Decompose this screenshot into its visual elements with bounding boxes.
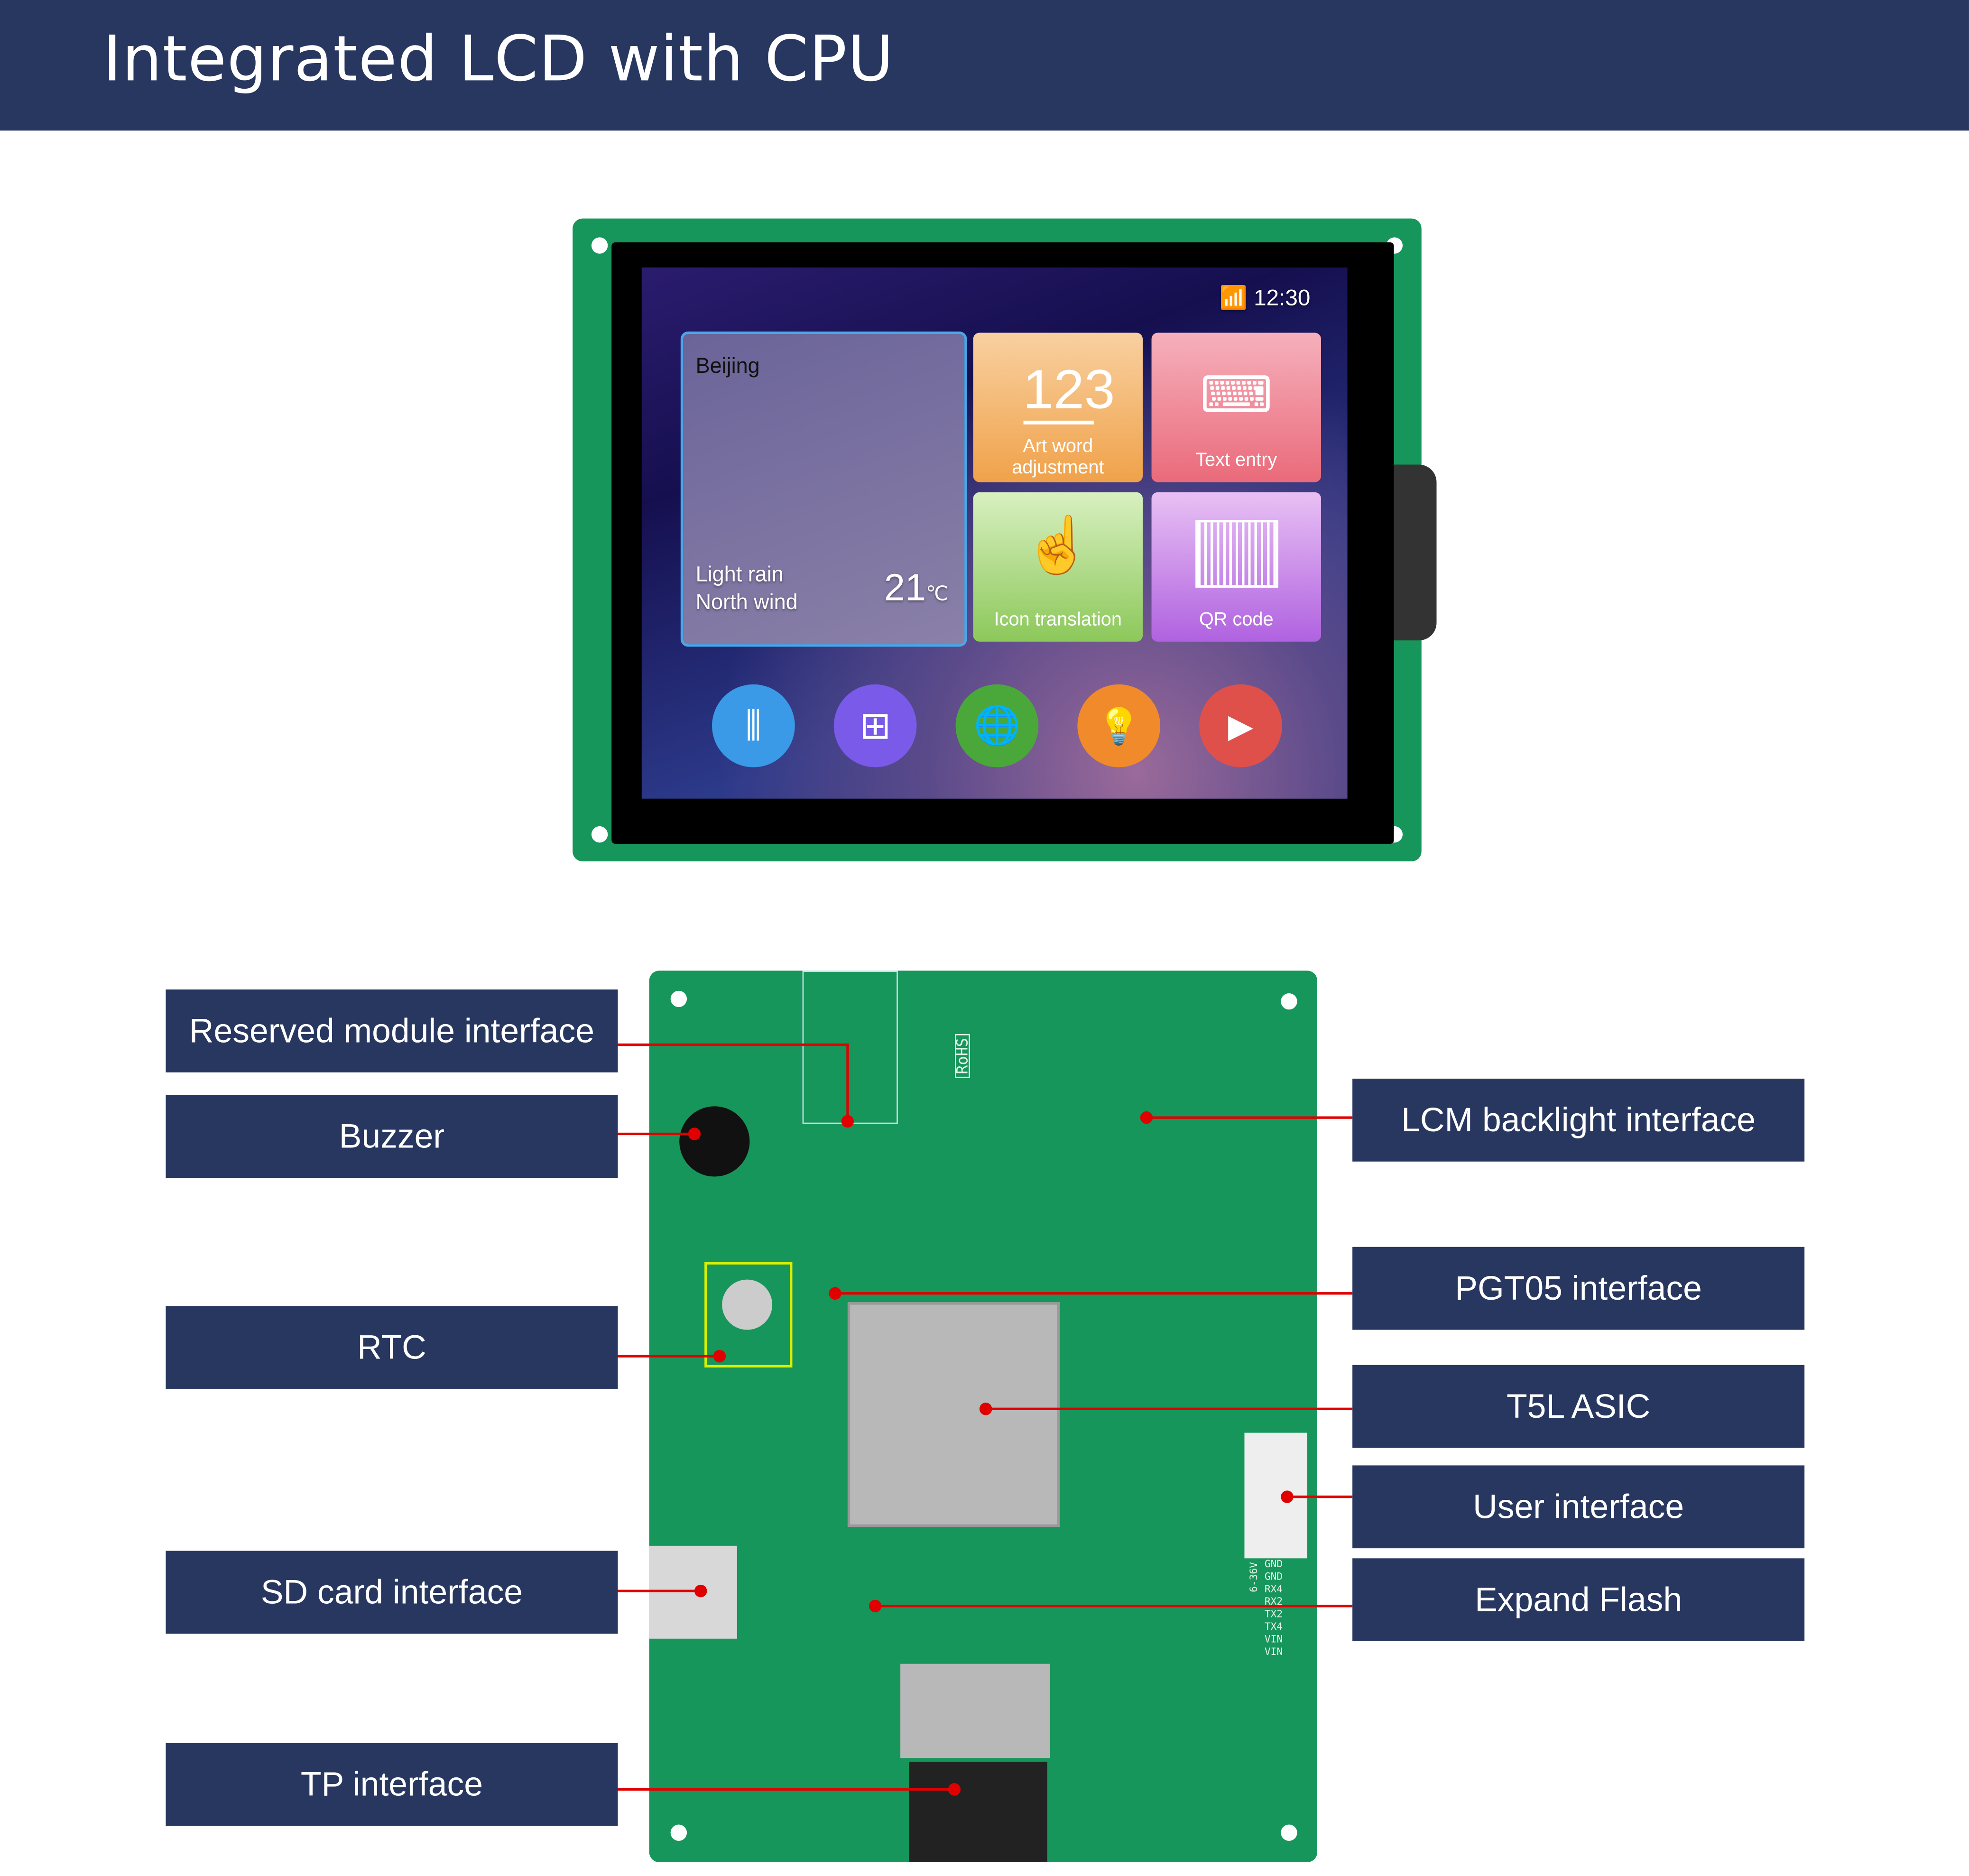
label-buzzer: Buzzer	[166, 1095, 618, 1178]
label-lcm-backlight-interface: LCM backlight interface	[1352, 1079, 1805, 1162]
label-user-interface: User interface	[1352, 1465, 1805, 1549]
label-reserved-module-interface: Reserved module interface	[166, 989, 618, 1072]
label-expand-flash: Expand Flash	[1352, 1558, 1805, 1642]
stage: Integrated LCD with CPU 📶 12:30 Beijing …	[0, 0, 1969, 1876]
label-pgt05-interface: PGT05 interface	[1352, 1247, 1805, 1330]
label-tp-interface: TP interface	[166, 1743, 618, 1826]
label-t5l-asic: T5L ASIC	[1352, 1365, 1805, 1448]
label-rtc: RTC	[166, 1306, 618, 1389]
label-sd-card-interface: SD card interface	[166, 1551, 618, 1634]
